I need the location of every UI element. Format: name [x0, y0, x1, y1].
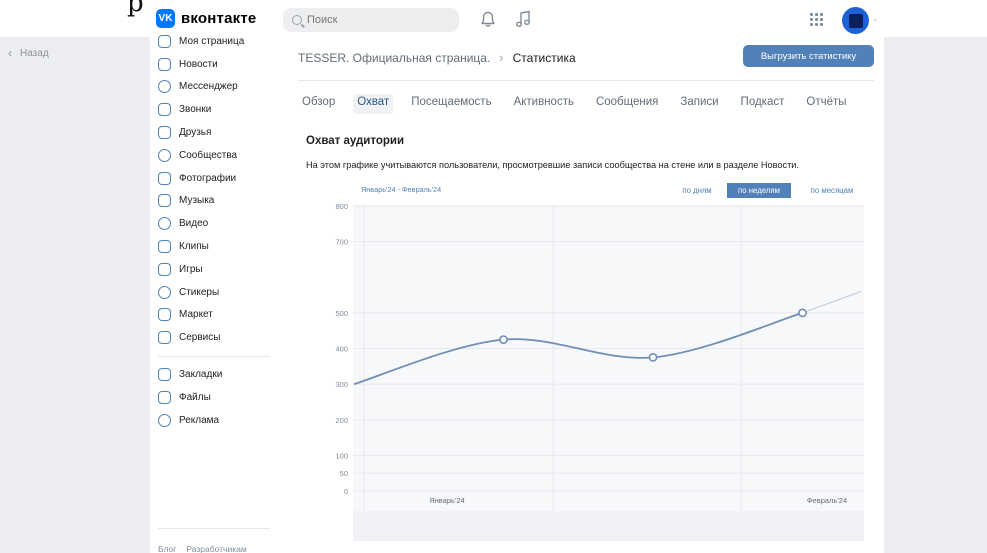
data-point[interactable]	[499, 335, 508, 344]
y-tick-label: 100	[335, 451, 348, 460]
y-tick-label: 400	[335, 345, 348, 354]
data-point[interactable]	[798, 308, 807, 318]
y-tick-label: 800	[335, 202, 348, 211]
y-tick-label: 200	[335, 416, 348, 425]
y-tick-label: 50	[340, 469, 348, 478]
y-tick-label: 300	[335, 380, 348, 389]
chart-navigator[interactable]	[353, 511, 864, 541]
y-tick-label: 500	[335, 309, 348, 318]
reach-chart: 0 50 100 200 300 400 500 700 800 Январь'24 Феврал…	[335, 202, 864, 541]
y-tick-labels: 0 50 100 200 300 400 500 700 800	[335, 202, 348, 496]
x-tick-label: Февраль'24	[807, 496, 847, 505]
data-point[interactable]	[648, 353, 658, 362]
y-tick-label: 0	[344, 487, 348, 496]
x-tick-label: Январь'24	[429, 496, 464, 505]
y-tick-label: 700	[335, 238, 348, 247]
